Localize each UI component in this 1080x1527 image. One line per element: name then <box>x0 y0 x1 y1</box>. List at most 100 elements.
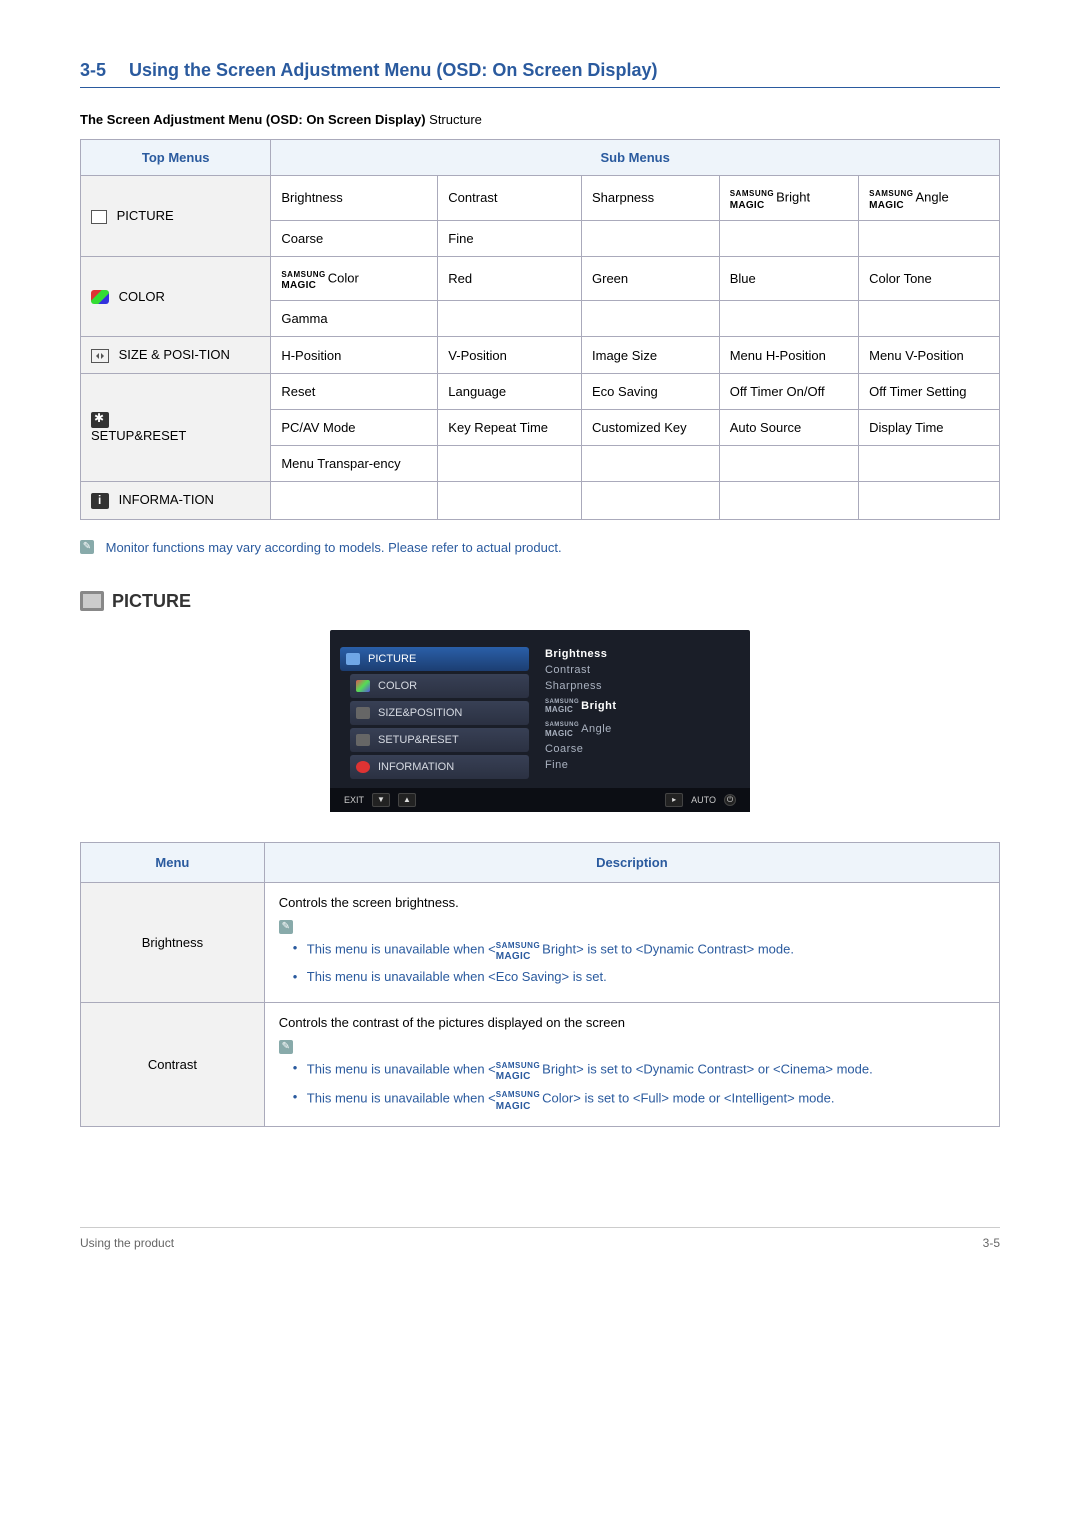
desc-note-item: This menu is unavailable when <SAMSUNGMA… <box>307 1084 985 1114</box>
cell <box>719 445 858 481</box>
cell <box>719 481 858 519</box>
osd-item: Brightness <box>545 646 734 662</box>
samsung-magic-logo: SAMSUNGMAGIC <box>496 1087 540 1111</box>
osd-structure-table: Top Menus Sub Menus PICTURE Brightness C… <box>80 139 1000 520</box>
cell: Menu V-Position <box>859 337 1000 374</box>
osd-item: Sharpness <box>545 678 734 694</box>
cell: Off Timer On/Off <box>719 373 858 409</box>
cell: Fine <box>438 220 582 256</box>
samsung-magic-logo: SAMSUNGMAGIC <box>730 186 774 210</box>
color-icon <box>91 290 109 304</box>
cell: Menu H-Position <box>719 337 858 374</box>
row-picture-label: PICTURE <box>81 176 271 257</box>
gear-icon <box>91 412 109 428</box>
samsung-magic-logo: SAMSUNGMAGIC <box>281 267 325 291</box>
samsung-magic-logo: SAMSUNGMAGIC <box>496 938 540 962</box>
osd-power-button: ⏻ <box>724 794 736 806</box>
cell: V-Position <box>438 337 582 374</box>
cell: Menu Transpar-ency <box>271 445 438 481</box>
cell: Contrast <box>438 176 582 221</box>
cell: Sharpness <box>582 176 720 221</box>
osd-up-button: ▲ <box>398 793 416 807</box>
desc-note-item: This menu is unavailable when <SAMSUNGMA… <box>307 1055 985 1085</box>
info-icon <box>91 493 109 509</box>
picture-subheading: PICTURE <box>80 591 1000 612</box>
note-icon: ✎ <box>279 1040 293 1054</box>
row-setup-label: SETUP&RESET <box>81 373 271 481</box>
cell: SAMSUNGMAGICBright <box>719 176 858 221</box>
cell: SAMSUNGMAGICColor <box>271 256 438 301</box>
osd-auto-label: AUTO <box>691 795 716 805</box>
cell: Off Timer Setting <box>859 373 1000 409</box>
cell <box>719 301 858 337</box>
osd-enter-button: ▸ <box>665 793 683 807</box>
cell <box>271 481 438 519</box>
section-heading: 3-5 Using the Screen Adjustment Menu (OS… <box>80 60 1000 88</box>
section-title: Using the Screen Adjustment Menu (OSD: O… <box>129 60 657 80</box>
cell: Reset <box>271 373 438 409</box>
cell: Gamma <box>271 301 438 337</box>
osd-nav: PICTURE COLOR SIZE&POSITION SETUP&RESET … <box>336 644 529 782</box>
row-brightness-label: Brightness <box>81 882 265 1002</box>
samsung-magic-logo: SAMSUNGMAGIC <box>496 1058 540 1082</box>
picture-section-icon <box>80 591 104 611</box>
cell: Brightness <box>271 176 438 221</box>
row-contrast-label: Contrast <box>81 1002 265 1126</box>
cell: Blue <box>719 256 858 301</box>
osd-tab-picture: PICTURE <box>340 647 529 671</box>
osd-preview: PICTURE COLOR SIZE&POSITION SETUP&RESET … <box>330 630 750 812</box>
osd-tab-size: SIZE&POSITION <box>350 701 529 725</box>
cell: Auto Source <box>719 409 858 445</box>
row-info-label: INFORMA-TION <box>81 481 271 519</box>
cell <box>859 481 1000 519</box>
osd-exit-label: EXIT <box>344 795 364 805</box>
cell <box>438 445 582 481</box>
cell <box>582 445 720 481</box>
row-size-label: SIZE & POSI-TION <box>81 337 271 374</box>
cell <box>438 481 582 519</box>
desc-note-item: This menu is unavailable when <Eco Savin… <box>307 964 985 990</box>
desc-intro: Controls the contrast of the pictures di… <box>279 1015 985 1030</box>
page-footer: Using the product 3-5 <box>80 1227 1000 1250</box>
osd-item: Fine <box>545 757 734 773</box>
cell: Language <box>438 373 582 409</box>
section-number: 3-5 <box>80 60 106 80</box>
note-icon: ✎ <box>80 540 94 554</box>
cell: H-Position <box>271 337 438 374</box>
osd-down-button: ▼ <box>372 793 390 807</box>
osd-items: Brightness Contrast Sharpness SAMSUNGMAG… <box>529 644 738 782</box>
row-color-label: COLOR <box>81 256 271 337</box>
osd-item: SAMSUNGMAGICAngle <box>545 717 734 741</box>
note-text: Monitor functions may vary according to … <box>106 540 562 555</box>
cell: Key Repeat Time <box>438 409 582 445</box>
structure-subtitle: The Screen Adjustment Menu (OSD: On Scre… <box>80 112 1000 127</box>
th-sub-menus: Sub Menus <box>271 140 1000 176</box>
cell <box>859 220 1000 256</box>
osd-item: Coarse <box>545 741 734 757</box>
osd-tab-info: INFORMATION <box>350 755 529 779</box>
cell: Color Tone <box>859 256 1000 301</box>
note-icon: ✎ <box>279 920 293 934</box>
cell <box>438 301 582 337</box>
picture-desc-table: Menu Description Brightness Controls the… <box>80 842 1000 1128</box>
cell <box>582 220 720 256</box>
row-contrast-desc: Controls the contrast of the pictures di… <box>264 1002 999 1126</box>
picture-icon <box>91 210 107 224</box>
row-brightness-desc: Controls the screen brightness. ✎ This m… <box>264 882 999 1002</box>
cell <box>859 445 1000 481</box>
cell: SAMSUNGMAGICAngle <box>859 176 1000 221</box>
desc-intro: Controls the screen brightness. <box>279 895 985 910</box>
note-block: ✎ Monitor functions may vary according t… <box>80 540 1000 555</box>
cell: Customized Key <box>582 409 720 445</box>
cell: Green <box>582 256 720 301</box>
samsung-magic-logo: SAMSUNGMAGIC <box>869 186 913 210</box>
cell: PC/AV Mode <box>271 409 438 445</box>
footer-right: 3-5 <box>983 1236 1000 1250</box>
osd-item: SAMSUNGMAGICBright <box>545 694 734 718</box>
osd-button-bar: EXIT ▼ ▲ ▸ AUTO ⏻ <box>330 788 750 812</box>
cell: Coarse <box>271 220 438 256</box>
cell <box>582 301 720 337</box>
osd-tab-setup: SETUP&RESET <box>350 728 529 752</box>
cell: Display Time <box>859 409 1000 445</box>
footer-left: Using the product <box>80 1236 174 1250</box>
